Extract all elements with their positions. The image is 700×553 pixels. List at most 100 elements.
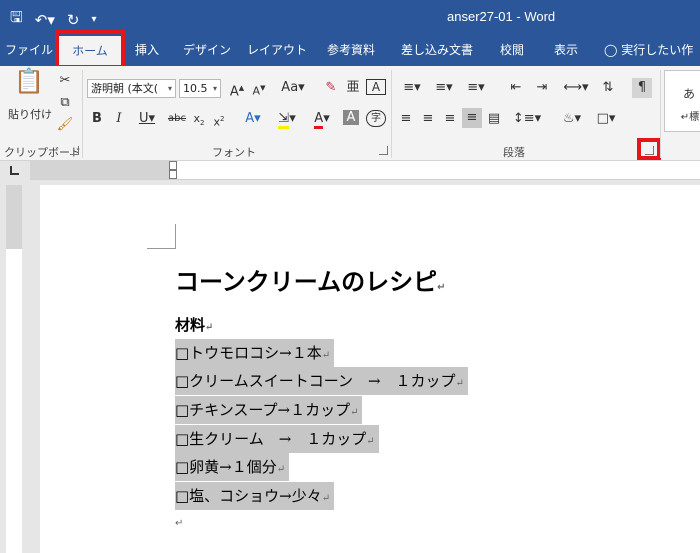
ingredient-line[interactable]: □チキンスープ→１カップ↵ bbox=[175, 396, 363, 424]
bold-icon[interactable]: B bbox=[90, 110, 104, 128]
font-size-value: 10.5 bbox=[183, 82, 208, 95]
paragraph-mark: ↵ bbox=[455, 378, 464, 389]
borders-icon[interactable]: □▾ bbox=[592, 110, 620, 128]
paragraph-mark: ↵ bbox=[366, 436, 375, 447]
tab-view[interactable]: 表示 bbox=[544, 34, 588, 66]
chevron-down-icon: ▾ bbox=[167, 84, 172, 93]
font-size-combo[interactable]: 10.5 ▾ bbox=[179, 79, 221, 98]
ingredient-line[interactable]: □塩、コショウ→少々↵ bbox=[175, 482, 335, 510]
tab-review[interactable]: 校閲 bbox=[490, 34, 534, 66]
paragraph-mark: ↵ bbox=[350, 407, 359, 418]
ingredient-text: □卵黄→１個分 bbox=[175, 458, 277, 476]
ingredient-text: □トウモロコシ→１本 bbox=[175, 344, 322, 362]
align-center-icon[interactable]: ≡ bbox=[420, 110, 436, 128]
superscript-icon[interactable]: x2 bbox=[211, 110, 227, 132]
paragraph-mark: ↵ bbox=[321, 493, 331, 504]
clipboard-launcher-icon[interactable] bbox=[70, 146, 79, 155]
text-direction-icon[interactable]: ⟷▾ bbox=[562, 79, 590, 97]
increase-indent-icon[interactable]: ⇥ bbox=[532, 79, 552, 97]
character-shading-icon[interactable]: A bbox=[343, 110, 359, 125]
style-preview-label: ↵標 bbox=[680, 112, 700, 123]
copy-icon[interactable]: ⧉ bbox=[55, 94, 75, 112]
paste-button-label[interactable]: 貼り付け bbox=[6, 106, 54, 124]
style-preview-normal: あ bbox=[682, 87, 695, 101]
format-painter-icon[interactable]: 🖌 bbox=[55, 116, 75, 134]
underline-icon[interactable]: U▾ bbox=[134, 110, 160, 128]
phonetic-guide-icon[interactable]: 亜 bbox=[344, 79, 362, 97]
bullets-icon[interactable]: ≡▾ bbox=[398, 79, 426, 97]
tab-design[interactable]: デザイン bbox=[176, 34, 238, 66]
ruler-tab-selector[interactable] bbox=[0, 161, 30, 179]
justify-icon[interactable]: ≡ bbox=[462, 108, 482, 128]
ingredient-text: □生クリーム → １カップ bbox=[175, 430, 367, 448]
vertical-ruler[interactable] bbox=[6, 185, 22, 553]
redo-icon[interactable]: ↻ bbox=[67, 11, 80, 29]
shading-icon[interactable]: ♨▾ bbox=[558, 110, 586, 128]
multilevel-list-icon[interactable]: ≡▾ bbox=[462, 79, 490, 97]
group-separator bbox=[82, 70, 83, 158]
first-line-indent-marker[interactable] bbox=[169, 161, 177, 170]
ruler-margin-top bbox=[6, 185, 22, 249]
line-spacing-icon[interactable]: ↕≡▾ bbox=[510, 110, 544, 128]
group-separator bbox=[660, 70, 661, 158]
document-heading[interactable]: コーンクリームのレシピ↵ bbox=[175, 262, 445, 297]
ingredients-text: 材料 bbox=[175, 316, 206, 334]
margin-corner-mark bbox=[147, 224, 176, 249]
ingredient-line[interactable]: □卵黄→１個分↵ bbox=[175, 453, 290, 481]
decrease-indent-icon[interactable]: ⇤ bbox=[506, 79, 526, 97]
ingredient-line[interactable]: □生クリーム → １カップ↵ bbox=[175, 425, 379, 453]
subscript-icon[interactable]: x2 bbox=[191, 110, 207, 132]
group-separator bbox=[391, 70, 392, 158]
paragraph-group-label: 段落 bbox=[503, 146, 525, 159]
ingredients-heading[interactable]: 材料↵ bbox=[175, 314, 213, 335]
quick-access-toolbar: 🖫 ↶▾ ↻ ▾ bbox=[10, 7, 97, 32]
strikethrough-icon[interactable]: abc bbox=[166, 110, 188, 128]
cut-icon[interactable]: ✂ bbox=[55, 72, 75, 90]
tab-insert[interactable]: 挿入 bbox=[128, 34, 166, 66]
paragraph-mark: ↵ bbox=[437, 282, 446, 293]
align-right-icon[interactable]: ≡ bbox=[442, 110, 458, 128]
title-bar: 🖫 ↶▾ ↻ ▾ anser27-01 - Word bbox=[0, 0, 700, 34]
enclosed-character-icon[interactable]: 字 bbox=[366, 110, 386, 127]
shrink-font-icon[interactable]: A▼ bbox=[250, 79, 268, 101]
show-formatting-marks-icon[interactable]: ¶ bbox=[632, 78, 652, 98]
qat-customize-icon[interactable]: ▾ bbox=[91, 14, 96, 25]
ruler-margin-left bbox=[30, 161, 170, 179]
align-left-icon[interactable]: ≡ bbox=[398, 110, 414, 128]
font-color-icon[interactable]: A▾ bbox=[307, 110, 337, 129]
paragraph-mark: ↵ bbox=[321, 350, 331, 361]
font-name-value: 游明朝 (本文( bbox=[91, 82, 159, 95]
undo-icon[interactable]: ↶▾ bbox=[35, 11, 55, 29]
ingredient-line[interactable]: □クリームスイートコーン → １カップ↵ bbox=[175, 367, 468, 395]
tab-stop-icon bbox=[10, 166, 19, 175]
hanging-indent-marker[interactable] bbox=[169, 170, 177, 179]
paragraph-mark: ↵ bbox=[276, 464, 286, 475]
tab-file[interactable]: ファイル bbox=[4, 34, 54, 66]
numbering-icon[interactable]: ≡▾ bbox=[430, 79, 458, 97]
styles-gallery[interactable]: あ ↵標 bbox=[664, 70, 700, 132]
grow-font-icon[interactable]: A▲ bbox=[228, 79, 246, 101]
font-launcher-icon[interactable] bbox=[379, 146, 388, 155]
enclose-characters-icon[interactable]: A bbox=[366, 79, 386, 95]
clear-formatting-icon[interactable]: ✎ bbox=[322, 79, 340, 97]
tell-me-search[interactable]: ◯ 実行したい作業 bbox=[604, 34, 700, 89]
save-icon[interactable]: 🖫 bbox=[10, 7, 23, 32]
paste-icon[interactable]: 📋 bbox=[14, 69, 44, 102]
tab-references[interactable]: 参考資料 bbox=[320, 34, 382, 66]
tab-mailings[interactable]: 差し込み文書 bbox=[394, 34, 480, 66]
horizontal-ruler[interactable] bbox=[30, 161, 700, 180]
home-tab-highlight bbox=[55, 30, 125, 69]
document-title: anser27-01 - Word bbox=[447, 9, 556, 24]
highlight-color-icon[interactable]: ⇲▾ bbox=[272, 110, 302, 129]
sort-icon[interactable]: ⇅ bbox=[598, 79, 618, 97]
tab-layout[interactable]: レイアウト bbox=[244, 34, 310, 66]
italic-icon[interactable]: I bbox=[112, 110, 126, 128]
chevron-down-icon: ▾ bbox=[212, 84, 217, 93]
ingredient-line[interactable]: □トウモロコシ→１本↵ bbox=[175, 339, 335, 367]
ingredient-text: □チキンスープ→１カップ bbox=[175, 401, 351, 419]
heading-text: コーンクリームのレシピ bbox=[175, 268, 438, 296]
change-case-icon[interactable]: Aa▾ bbox=[280, 79, 306, 97]
font-name-combo[interactable]: 游明朝 (本文( ▾ bbox=[87, 79, 176, 98]
distributed-icon[interactable]: ▤ bbox=[486, 110, 502, 128]
text-effects-icon[interactable]: A▾ bbox=[240, 110, 266, 128]
